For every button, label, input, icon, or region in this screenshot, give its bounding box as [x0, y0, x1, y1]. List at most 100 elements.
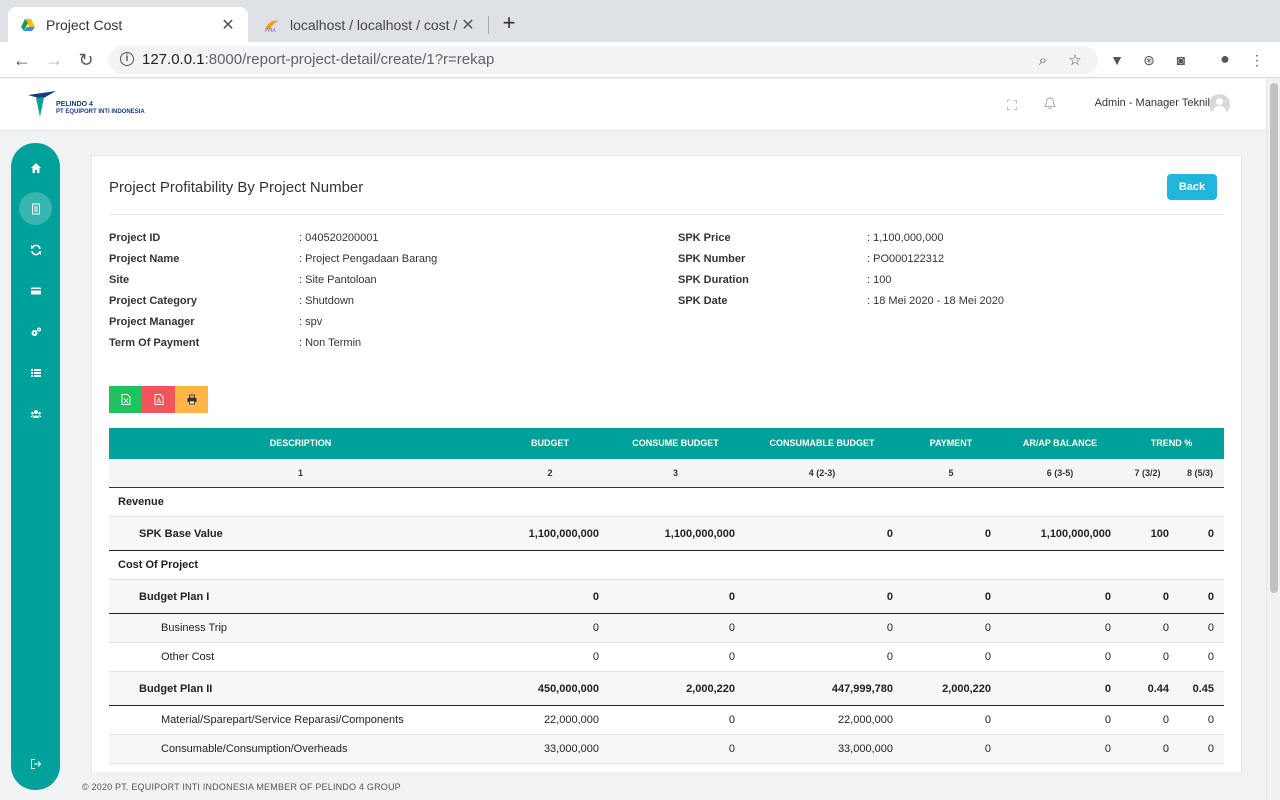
table-cell: 0 [984, 651, 991, 663]
col-header-ar-ap-balance: AR/AP BALANCE [1022, 438, 1098, 448]
user-name[interactable]: Admin - Manager Teknik [1095, 97, 1213, 109]
table-cell: 0.45 [1192, 683, 1214, 695]
export-pdf-button[interactable] [142, 386, 175, 413]
row-description: SPK Base Value [139, 528, 223, 540]
browser-toolbar: ← → ↻ i 127.0.0.1:8000/report-project-de… [0, 42, 1280, 78]
info-label: Project Manager [109, 316, 195, 328]
avatar[interactable] [1209, 94, 1230, 115]
sidebar-item-home[interactable] [19, 151, 52, 184]
address-bar[interactable]: i 127.0.0.1:8000/report-project-detail/c… [108, 46, 1098, 74]
gears-icon [31, 327, 41, 336]
pelindo-logo-icon [28, 91, 56, 117]
table-cell: 0 [886, 591, 893, 603]
column-number-row: 1 2 3 4 (2-3) 5 6 (3-5) 7 (3/2) 8 (5/3) [109, 459, 1224, 488]
browser-tab-phpmyadmin[interactable]: PMA localhost / localhost / cost / tra ✕ [252, 7, 488, 42]
info-value: : PO000122312 [867, 253, 945, 265]
app-header: PELINDO 4 PT EQUIPORT INTI INDONESIA ⛶ A… [0, 79, 1266, 131]
table-cell: 0 [1162, 714, 1169, 726]
col-number: 2 [547, 468, 553, 478]
info-label: SPK Price [678, 232, 731, 244]
info-value: : 18 Mei 2020 - 18 Mei 2020 [867, 295, 1004, 307]
back-button[interactable]: Back [1167, 174, 1217, 200]
table-cell: 22,000,000 [543, 714, 599, 726]
bookmark-star-icon[interactable]: ☆ [1066, 52, 1084, 70]
table-cell: 1,100,000,000 [528, 528, 599, 540]
col-header-payment: PAYMENT [929, 438, 973, 448]
page-title: Project Profitability By Project Number [109, 179, 364, 196]
back-arrow-icon[interactable]: ← [10, 48, 34, 72]
info-value: : 100 [867, 274, 892, 286]
table-cell: 0 [1207, 714, 1214, 726]
scrollbar-thumb[interactable] [1270, 83, 1278, 593]
table-cell: 0 [1207, 528, 1214, 540]
table-group-row: Budget Plan II 450,000,000 2,000,220 447,99… [109, 672, 1224, 706]
table-cell: 1,100,000,000 [664, 528, 735, 540]
table-cell: 0 [984, 743, 991, 755]
table-cell: 2,000,220 [686, 683, 735, 695]
sidebar [11, 143, 60, 790]
logo-line2: PT EQUIPORT INTI INDONESIA [56, 109, 145, 115]
tab-title: localhost / localhost / cost / tra [290, 16, 460, 33]
svg-text:PMA: PMA [265, 28, 276, 33]
menu-icon[interactable]: ⋮ [1248, 51, 1266, 69]
zoom-icon[interactable]: ⌕ [1034, 52, 1052, 70]
export-excel-button[interactable] [109, 386, 142, 413]
reload-icon[interactable]: ↻ [74, 48, 98, 72]
col-number: 1 [297, 468, 303, 478]
row-description: Consumable/Consumption/Overheads [161, 743, 348, 755]
profile-icon[interactable]: ● [1216, 51, 1234, 69]
close-tab-icon[interactable]: ✕ [220, 15, 236, 35]
table-cell: 33,000,000 [543, 743, 599, 755]
info-value: : Shutdown [299, 295, 355, 307]
table-cell: 0 [1104, 651, 1111, 663]
extension-icon[interactable]: ⊛ [1140, 51, 1158, 69]
table-row: Other Cost 0 0 0 0 0 0 0 [109, 643, 1224, 672]
forward-arrow-icon[interactable]: → [42, 48, 66, 72]
sidebar-item-users[interactable] [19, 397, 52, 430]
notification-bell-icon[interactable] [1042, 97, 1058, 113]
table-cell: 0 [1104, 714, 1111, 726]
sidebar-item-settings[interactable] [19, 315, 52, 348]
fullscreen-icon[interactable]: ⛶ [1004, 97, 1020, 113]
sidebar-logout[interactable] [19, 747, 52, 780]
file-excel-icon [121, 394, 130, 405]
logo-line1: PELINDO 4 [56, 101, 93, 108]
sidebar-item-list[interactable] [19, 356, 52, 389]
google-drive-icon [21, 18, 35, 31]
table-cell: 0 [886, 651, 893, 663]
close-tab-icon[interactable]: ✕ [460, 15, 476, 35]
sidebar-item-sync[interactable] [19, 233, 52, 266]
row-description: Material/Sparepart/Service Reparasi/Comp… [161, 714, 404, 726]
vue-devtools-icon[interactable]: ▼ [1108, 51, 1126, 69]
print-button[interactable] [175, 386, 208, 413]
sidebar-item-payment[interactable] [19, 274, 52, 307]
table-cell: 0 [728, 743, 735, 755]
info-label: Project ID [109, 232, 161, 244]
table-cell: 0 [728, 622, 735, 634]
row-description: Cost Of Project [118, 559, 199, 571]
company-logo[interactable]: PELINDO 4 PT EQUIPORT INTI INDONESIA [26, 89, 145, 121]
table-cell: 0 [1104, 683, 1111, 695]
table-cell: 447,999,780 [831, 683, 893, 695]
list-icon [30, 368, 41, 377]
sidebar-item-report[interactable] [19, 192, 52, 225]
row-description: Budget Plan II [139, 683, 213, 695]
table-cell: 0 [1162, 651, 1169, 663]
site-info-icon[interactable]: i [120, 52, 134, 66]
page-scrollbar[interactable] [1266, 79, 1280, 800]
camera-icon[interactable]: ◙ [1172, 51, 1190, 69]
table-cell: 0 [886, 528, 893, 540]
info-label: SPK Number [678, 253, 746, 265]
col-number: 8 (5/3) [1186, 468, 1213, 478]
col-number: 3 [672, 468, 678, 478]
info-label: Project Name [109, 253, 180, 265]
table-row: Business Trip 0 0 0 0 0 0 0 [109, 614, 1224, 643]
browser-tab-project-cost[interactable]: Project Cost ✕ [8, 7, 248, 42]
table-cell: 0 [1207, 591, 1214, 603]
new-tab-button[interactable]: + [498, 12, 520, 34]
table-cell: 0 [592, 591, 599, 603]
table-cell: 100 [1150, 528, 1169, 540]
print-icon [187, 394, 196, 405]
col-header-trend: TREND % [1150, 438, 1193, 448]
tab-title: Project Cost [46, 16, 123, 33]
